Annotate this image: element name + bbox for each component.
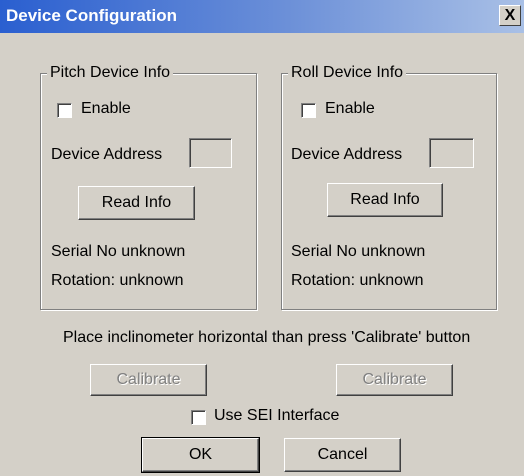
pitch-device-address-field[interactable] <box>189 138 232 168</box>
pitch-read-info-button[interactable]: Read Info <box>78 186 195 220</box>
calibrate-roll-button[interactable]: Calibrate <box>336 364 453 396</box>
cancel-button[interactable]: Cancel <box>284 438 401 472</box>
pitch-group-label: Pitch Device Info <box>47 64 174 82</box>
pitch-serial-text: Serial No unknown <box>51 243 186 260</box>
roll-read-info-button[interactable]: Read Info <box>327 183 443 217</box>
close-button[interactable]: X <box>499 5 521 26</box>
use-sei-checkbox[interactable] <box>191 410 206 425</box>
use-sei-label[interactable]: Use SEI Interface <box>214 407 339 425</box>
close-icon: X <box>504 6 516 24</box>
calibration-instruction: Place inclinometer horizontal than press… <box>63 329 471 346</box>
roll-device-address-label: Device Address <box>291 146 403 163</box>
pitch-rotation-text: Rotation: unknown <box>51 272 184 289</box>
device-configuration-dialog: Device Configuration X Pitch Device Info… <box>0 0 524 476</box>
window-title: Device Configuration <box>6 6 177 25</box>
roll-enable-checkbox[interactable] <box>301 103 316 118</box>
roll-serial-text: Serial No unknown <box>291 243 426 260</box>
pitch-enable-label[interactable]: Enable <box>81 100 131 118</box>
roll-device-address-field[interactable] <box>429 138 474 168</box>
calibrate-pitch-button[interactable]: Calibrate <box>90 364 207 396</box>
roll-enable-label[interactable]: Enable <box>325 100 375 118</box>
roll-group-label: Roll Device Info <box>288 64 407 82</box>
ok-button[interactable]: OK <box>141 437 260 473</box>
pitch-enable-checkbox[interactable] <box>57 103 72 118</box>
title-bar[interactable]: Device Configuration X <box>0 0 524 33</box>
roll-rotation-text: Rotation: unknown <box>291 272 424 289</box>
pitch-device-address-label: Device Address <box>51 146 163 163</box>
